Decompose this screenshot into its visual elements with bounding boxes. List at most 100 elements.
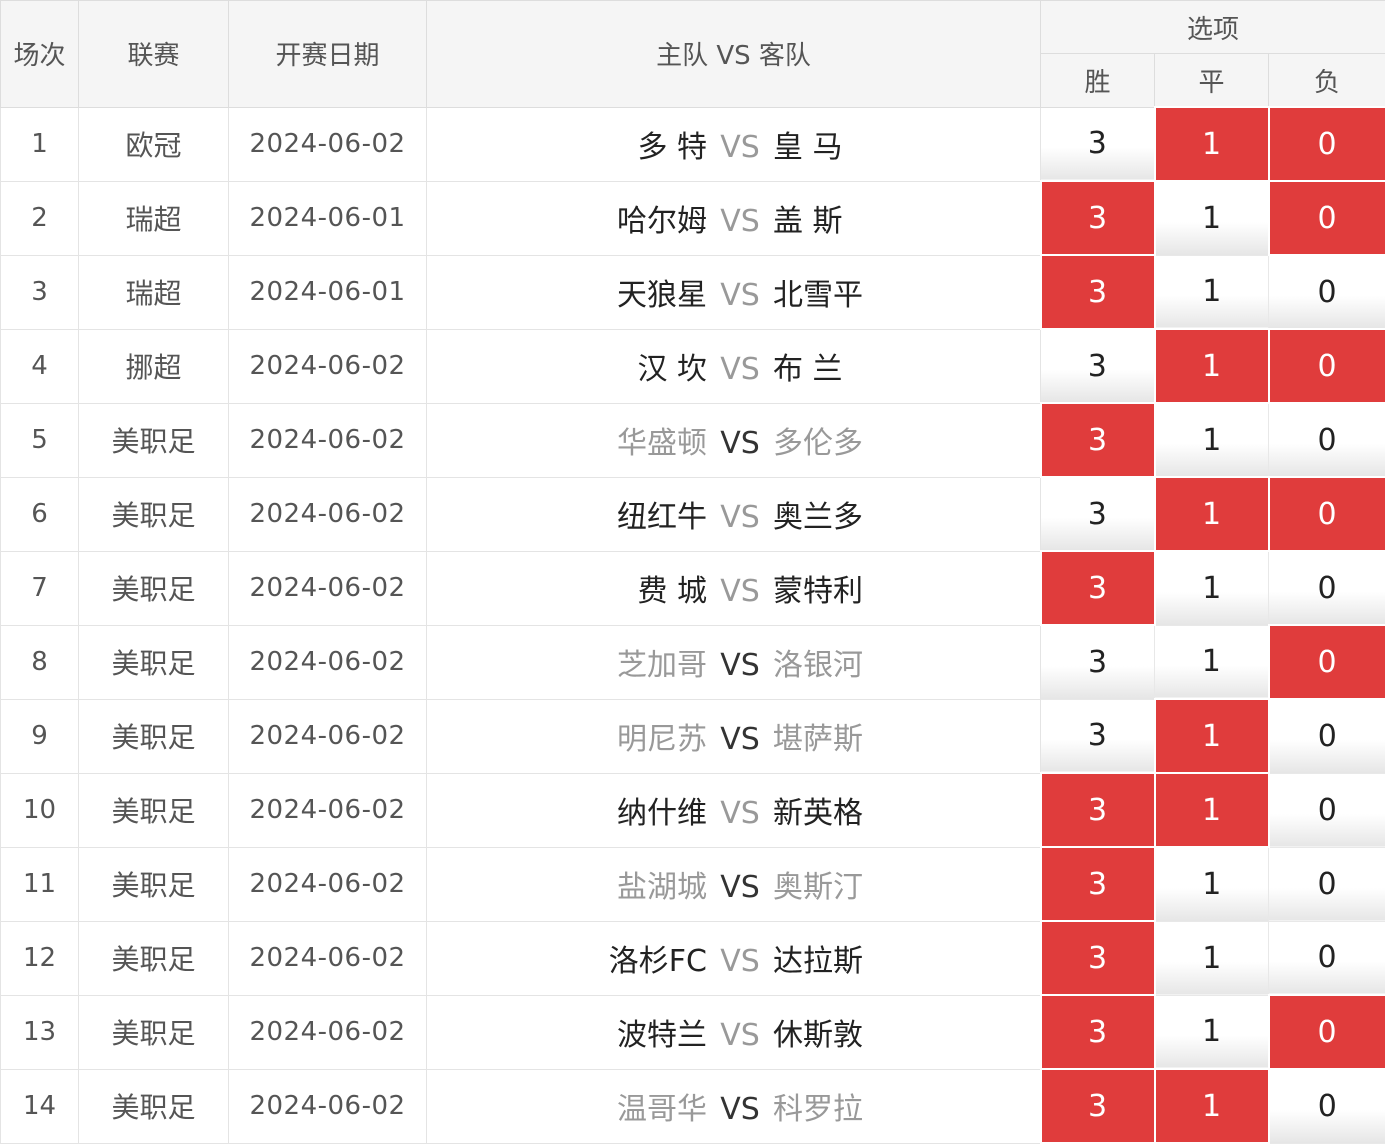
vs-label: VS xyxy=(707,352,773,387)
option-lose[interactable]: 0 xyxy=(1269,107,1385,181)
table-body: 1欧冠2024-06-02多 特VS皇 马3102瑞超2024-06-01哈尔姆… xyxy=(1,107,1385,1143)
option-win[interactable]: 3 xyxy=(1041,773,1155,847)
match-number: 7 xyxy=(1,551,79,625)
option-win[interactable]: 3 xyxy=(1041,551,1155,625)
match-number: 4 xyxy=(1,329,79,403)
option-draw[interactable]: 1 xyxy=(1155,477,1269,551)
option-draw[interactable]: 1 xyxy=(1155,773,1269,847)
option-lose[interactable]: 0 xyxy=(1269,625,1385,699)
match-date: 2024-06-02 xyxy=(229,329,427,403)
match-number: 8 xyxy=(1,625,79,699)
option-win[interactable]: 3 xyxy=(1041,107,1155,181)
option-win[interactable]: 3 xyxy=(1041,477,1155,551)
away-team: 奥斯汀 xyxy=(773,862,1053,906)
league-name: 美职足 xyxy=(79,847,229,921)
match-teams: 温哥华VS科罗拉 xyxy=(427,1069,1041,1143)
league-name: 美职足 xyxy=(79,1069,229,1143)
away-team: 多伦多 xyxy=(773,418,1053,462)
option-lose[interactable]: 0 xyxy=(1269,1069,1385,1143)
match-teams: 洛杉FCVS达拉斯 xyxy=(427,921,1041,995)
vs-label: VS xyxy=(707,1018,773,1053)
league-name: 美职足 xyxy=(79,995,229,1069)
away-team: 布 兰 xyxy=(773,344,1053,388)
option-win[interactable]: 3 xyxy=(1041,181,1155,255)
option-draw[interactable]: 1 xyxy=(1155,1069,1269,1143)
vs-label: VS xyxy=(707,204,773,239)
match-date: 2024-06-02 xyxy=(229,403,427,477)
option-lose[interactable]: 0 xyxy=(1269,773,1385,847)
option-lose[interactable]: 0 xyxy=(1269,477,1385,551)
away-team: 北雪平 xyxy=(773,270,1053,314)
table-row: 2瑞超2024-06-01哈尔姆VS盖 斯310 xyxy=(1,181,1385,255)
option-win[interactable]: 3 xyxy=(1041,1069,1155,1143)
option-lose[interactable]: 0 xyxy=(1269,181,1385,255)
match-date: 2024-06-02 xyxy=(229,1069,427,1143)
match-number: 1 xyxy=(1,107,79,181)
match-table: 场次 联赛 开赛日期 主队 VS 客队 选项 胜 平 负 1欧冠2024-06-… xyxy=(0,0,1385,1144)
away-team: 科罗拉 xyxy=(773,1084,1053,1128)
match-teams: 波特兰VS休斯敦 xyxy=(427,995,1041,1069)
option-draw[interactable]: 1 xyxy=(1155,107,1269,181)
header-date: 开赛日期 xyxy=(229,1,427,108)
table-row: 11美职足2024-06-02盐湖城VS奥斯汀310 xyxy=(1,847,1385,921)
option-lose[interactable]: 0 xyxy=(1269,847,1385,921)
option-win[interactable]: 3 xyxy=(1041,329,1155,403)
option-win[interactable]: 3 xyxy=(1041,847,1155,921)
option-draw[interactable]: 1 xyxy=(1155,625,1269,699)
header-draw: 平 xyxy=(1155,54,1269,108)
match-date: 2024-06-02 xyxy=(229,921,427,995)
match-date: 2024-06-02 xyxy=(229,625,427,699)
home-team: 洛杉FC xyxy=(427,936,707,980)
option-lose[interactable]: 0 xyxy=(1269,329,1385,403)
league-name: 美职足 xyxy=(79,477,229,551)
league-name: 挪超 xyxy=(79,329,229,403)
away-team: 奥兰多 xyxy=(773,492,1053,536)
table-row: 1欧冠2024-06-02多 特VS皇 马310 xyxy=(1,107,1385,181)
option-draw[interactable]: 1 xyxy=(1155,551,1269,625)
vs-label: VS xyxy=(707,870,773,905)
option-draw[interactable]: 1 xyxy=(1155,329,1269,403)
vs-label: VS xyxy=(707,426,773,461)
away-team: 堪萨斯 xyxy=(773,714,1053,758)
vs-label: VS xyxy=(707,648,773,683)
match-date: 2024-06-02 xyxy=(229,773,427,847)
option-draw[interactable]: 1 xyxy=(1155,921,1269,995)
option-draw[interactable]: 1 xyxy=(1155,699,1269,773)
table-header: 场次 联赛 开赛日期 主队 VS 客队 选项 胜 平 负 xyxy=(1,1,1385,108)
option-lose[interactable]: 0 xyxy=(1269,551,1385,625)
home-team: 天狼星 xyxy=(427,270,707,314)
table-row: 5美职足2024-06-02华盛顿VS多伦多310 xyxy=(1,403,1385,477)
table-row: 12美职足2024-06-02洛杉FCVS达拉斯310 xyxy=(1,921,1385,995)
table-row: 8美职足2024-06-02芝加哥VS洛银河310 xyxy=(1,625,1385,699)
option-win[interactable]: 3 xyxy=(1041,255,1155,329)
option-draw[interactable]: 1 xyxy=(1155,403,1269,477)
home-team: 盐湖城 xyxy=(427,862,707,906)
option-lose[interactable]: 0 xyxy=(1269,255,1385,329)
option-win[interactable]: 3 xyxy=(1041,403,1155,477)
table-row: 10美职足2024-06-02纳什维VS新英格310 xyxy=(1,773,1385,847)
match-number: 3 xyxy=(1,255,79,329)
option-lose[interactable]: 0 xyxy=(1269,921,1385,995)
vs-label: VS xyxy=(707,500,773,535)
league-name: 美职足 xyxy=(79,625,229,699)
vs-label: VS xyxy=(707,1092,773,1127)
option-lose[interactable]: 0 xyxy=(1269,995,1385,1069)
away-team: 皇 马 xyxy=(773,122,1053,166)
option-win[interactable]: 3 xyxy=(1041,625,1155,699)
league-name: 瑞超 xyxy=(79,255,229,329)
option-win[interactable]: 3 xyxy=(1041,699,1155,773)
option-win[interactable]: 3 xyxy=(1041,921,1155,995)
league-name: 美职足 xyxy=(79,773,229,847)
option-lose[interactable]: 0 xyxy=(1269,403,1385,477)
option-draw[interactable]: 1 xyxy=(1155,181,1269,255)
option-draw[interactable]: 1 xyxy=(1155,995,1269,1069)
option-win[interactable]: 3 xyxy=(1041,995,1155,1069)
match-number: 12 xyxy=(1,921,79,995)
match-date: 2024-06-02 xyxy=(229,551,427,625)
league-name: 美职足 xyxy=(79,551,229,625)
option-draw[interactable]: 1 xyxy=(1155,847,1269,921)
header-win: 胜 xyxy=(1041,54,1155,108)
option-draw[interactable]: 1 xyxy=(1155,255,1269,329)
option-lose[interactable]: 0 xyxy=(1269,699,1385,773)
away-team: 新英格 xyxy=(773,788,1053,832)
